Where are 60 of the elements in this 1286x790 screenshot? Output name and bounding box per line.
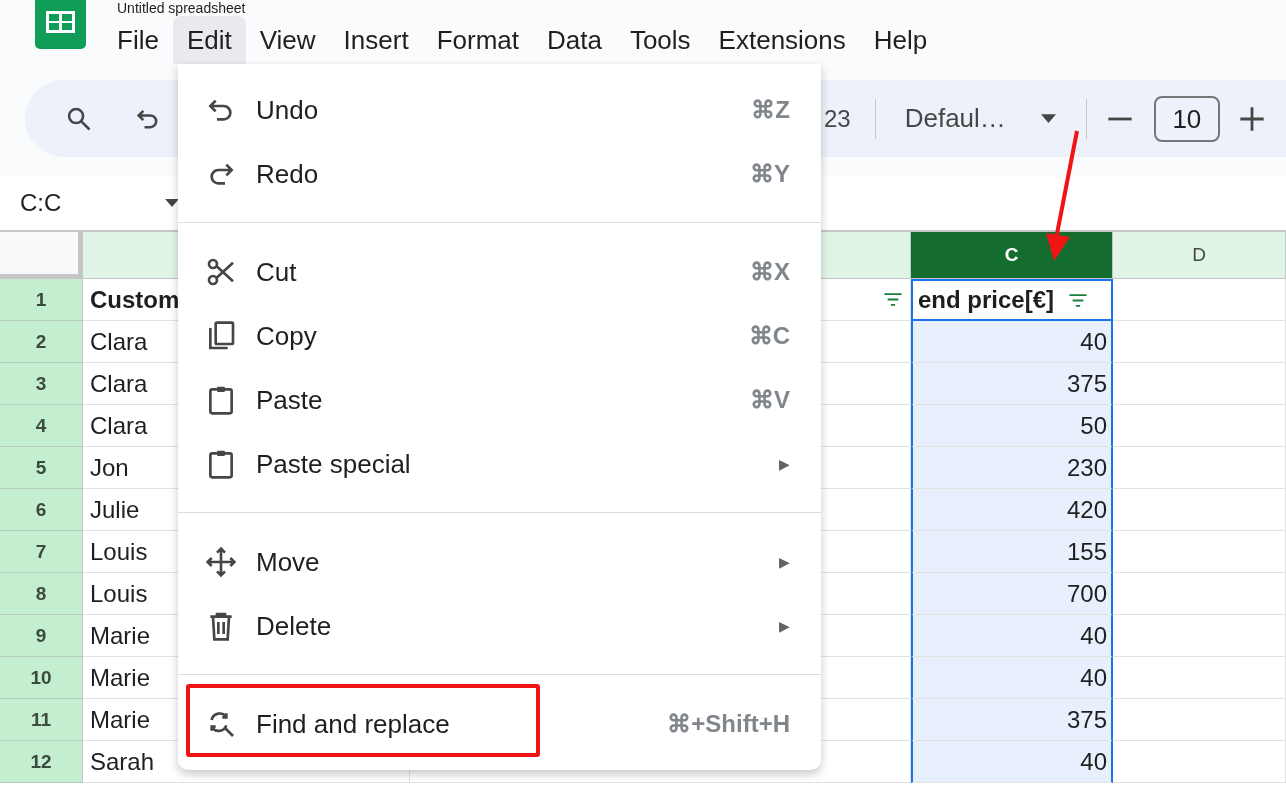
table-cell: 230 bbox=[911, 447, 1113, 489]
caret-icon bbox=[1040, 114, 1056, 123]
row-number[interactable]: 7 bbox=[0, 531, 83, 573]
shortcut-label: ⌘+Shift+H bbox=[667, 710, 790, 738]
scissors-icon bbox=[205, 256, 237, 288]
row-number[interactable]: 4 bbox=[0, 405, 83, 447]
table-cell: 50 bbox=[911, 405, 1113, 447]
menu-bar-item[interactable]: Tools bbox=[615, 16, 705, 64]
table-cell: end price[€] bbox=[918, 286, 1055, 314]
column-header[interactable]: D bbox=[1113, 232, 1286, 279]
table-cell: 700 bbox=[911, 573, 1113, 615]
menu-bar-item[interactable]: Data bbox=[533, 16, 616, 64]
row-number[interactable]: 8 bbox=[0, 573, 83, 615]
row-number[interactable]: 6 bbox=[0, 489, 83, 531]
number-format-button[interactable]: 23 bbox=[824, 104, 851, 133]
menu-bar-item[interactable]: Format bbox=[422, 16, 533, 64]
font-dropdown[interactable]: Defaul… bbox=[904, 103, 1056, 134]
row-number[interactable]: 9 bbox=[0, 615, 83, 657]
caret-icon[interactable] bbox=[165, 198, 179, 207]
menu-bar-item[interactable]: View bbox=[245, 16, 330, 64]
table-cell: 375 bbox=[911, 699, 1113, 741]
move-icon bbox=[205, 546, 237, 578]
table-cell: 40 bbox=[911, 741, 1113, 783]
table-cell: 40 bbox=[911, 615, 1113, 657]
menu-bar-item[interactable]: Extensions bbox=[704, 16, 860, 64]
menu-item[interactable]: Redo ⌘Y bbox=[178, 142, 821, 206]
shortcut-label: ⌘X bbox=[750, 258, 790, 286]
font-size-field[interactable]: 10 bbox=[1153, 95, 1220, 142]
submenu-arrow: ▶ bbox=[779, 618, 790, 634]
row-number[interactable]: 5 bbox=[0, 447, 83, 489]
plus-icon[interactable] bbox=[1237, 104, 1266, 133]
row-number[interactable]: 12 bbox=[0, 741, 83, 783]
column-header[interactable]: C bbox=[911, 232, 1113, 279]
shortcut-label: ⌘Y bbox=[750, 160, 790, 188]
shortcut-label: ⌘C bbox=[748, 322, 790, 350]
row-number[interactable]: 11 bbox=[0, 699, 83, 741]
filter-icon[interactable] bbox=[1068, 292, 1089, 308]
row-number[interactable]: 1 bbox=[0, 279, 83, 321]
menu-bar-item[interactable]: Help bbox=[859, 16, 942, 64]
name-box[interactable]: C:C bbox=[20, 188, 140, 217]
table-cell: 375 bbox=[911, 363, 1113, 405]
table-cell: 420 bbox=[911, 489, 1113, 531]
filter-icon[interactable] bbox=[883, 292, 903, 307]
menu-bar-item[interactable]: Edit bbox=[172, 16, 246, 64]
shortcut-label: ⌘Z bbox=[751, 96, 790, 124]
corner-cell[interactable] bbox=[0, 232, 83, 279]
sheets-logo-icon[interactable] bbox=[35, 0, 86, 49]
table-cell: 40 bbox=[911, 657, 1113, 699]
row-number[interactable]: 2 bbox=[0, 321, 83, 363]
document-title[interactable]: Untitled spreadsheet bbox=[117, 0, 246, 16]
menu-bar-item[interactable]: Insert bbox=[329, 16, 423, 64]
menu-item[interactable]: Undo ⌘Z bbox=[178, 78, 821, 142]
table-cell: 155 bbox=[911, 531, 1113, 573]
table-cell: 40 bbox=[911, 321, 1113, 363]
shortcut-label: ⌘V bbox=[750, 386, 790, 414]
row-number[interactable]: 3 bbox=[0, 363, 83, 405]
menu-bar-item[interactable]: File bbox=[103, 16, 173, 64]
submenu-arrow: ▶ bbox=[779, 456, 790, 472]
row-number[interactable]: 10 bbox=[0, 657, 83, 699]
submenu-arrow: ▶ bbox=[779, 554, 790, 570]
